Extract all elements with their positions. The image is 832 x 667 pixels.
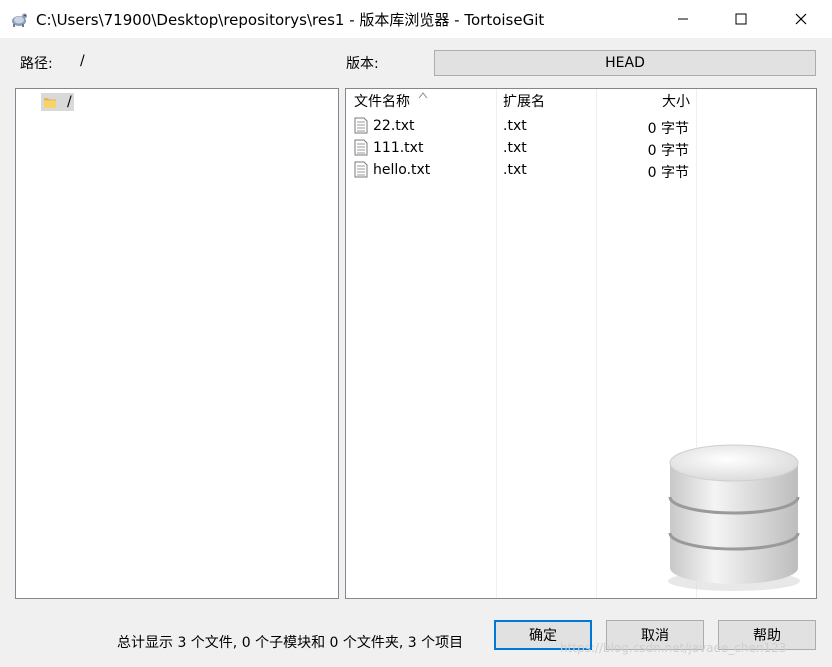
- column-header-size[interactable]: 大小: [662, 91, 690, 111]
- file-extension: .txt: [503, 118, 527, 134]
- text-file-icon: [354, 117, 368, 134]
- path-label: 路径:: [20, 56, 53, 72]
- text-file-icon: [354, 161, 368, 178]
- file-size: 0 字节: [647, 143, 689, 159]
- revision-label: 版本:: [346, 56, 379, 72]
- file-row[interactable]: hello.txt .txt 0 字节: [346, 159, 816, 181]
- file-name: 22.txt: [373, 118, 415, 134]
- maximize-icon: [735, 13, 747, 25]
- file-list[interactable]: 文件名称 扩展名 大小 22.txt .txt 0 字节 111.txt .tx…: [345, 88, 817, 599]
- title-bar: C:\Users\71900\Desktop\repositorys\res1 …: [0, 0, 832, 38]
- revision-button[interactable]: HEAD: [434, 50, 816, 76]
- column-header-name[interactable]: 文件名称: [354, 91, 410, 111]
- file-size: 0 字节: [647, 165, 689, 181]
- close-button[interactable]: [778, 0, 824, 38]
- window-title: C:\Users\71900\Desktop\repositorys\res1 …: [36, 11, 545, 29]
- file-name: hello.txt: [373, 162, 431, 178]
- folder-icon: [44, 98, 56, 108]
- minimize-button[interactable]: [660, 0, 706, 38]
- file-row[interactable]: 111.txt .txt 0 字节: [346, 137, 816, 159]
- path-value: /: [80, 53, 85, 69]
- file-extension: .txt: [503, 162, 527, 178]
- column-header-extension[interactable]: 扩展名: [503, 91, 545, 111]
- database-icon: [668, 444, 800, 591]
- summary-text: 总计显示 3 个文件, 0 个子模块和 0 个文件夹, 3 个项目: [117, 635, 464, 651]
- watermark-text: https://blog.csdn.net/javaee_chen123: [560, 641, 787, 655]
- text-file-icon: [354, 139, 368, 156]
- file-row[interactable]: 22.txt .txt 0 字节: [346, 115, 816, 137]
- sort-ascending-icon: [418, 92, 428, 99]
- close-icon: [795, 13, 807, 25]
- maximize-button[interactable]: [718, 0, 764, 38]
- tree-item-root[interactable]: /: [41, 93, 74, 111]
- ok-button-label: 确定: [529, 628, 557, 644]
- revision-button-label: HEAD: [605, 55, 645, 71]
- tree-item-label: /: [67, 94, 72, 110]
- minimize-icon: [678, 18, 688, 20]
- file-name: 111.txt: [373, 140, 424, 156]
- folder-tree[interactable]: /: [15, 88, 339, 599]
- tortoisegit-icon[interactable]: [10, 10, 28, 28]
- file-extension: .txt: [503, 140, 527, 156]
- file-size: 0 字节: [647, 121, 689, 137]
